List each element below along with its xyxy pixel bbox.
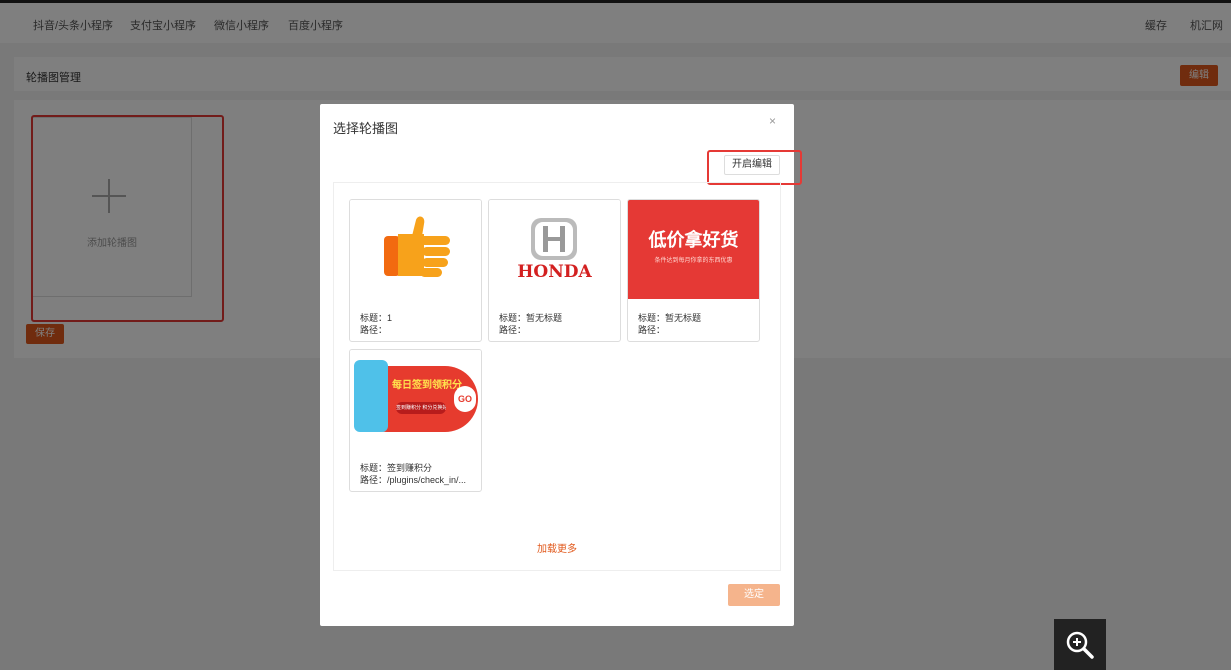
banner-card-path: 路径：	[638, 325, 666, 335]
banner-card[interactable]: 每日签到领积分 签到赚积分 积分兑换好礼 GO 标题：签到赚积分 路径：/plu…	[349, 349, 482, 492]
honda-wordmark: HONDA	[517, 262, 592, 282]
banner-subtext: 条件达到每月你拿的东西优惠	[654, 258, 733, 264]
banner-card-title: 标题：1	[360, 313, 393, 323]
banner-card-title: 标题：签到赚积分	[360, 463, 433, 473]
load-more-link[interactable]: 加载更多	[334, 540, 780, 555]
check-in-banner-image: 每日签到领积分 签到赚积分 积分兑换好礼 GO	[350, 350, 481, 449]
close-icon[interactable]: ×	[769, 114, 776, 128]
low-price-banner-image: 低价拿好货 条件达到每月你拿的东西优惠	[628, 200, 759, 299]
banner-card-meta: 标题：1 路径：	[360, 312, 475, 336]
honda-logo-image: HONDA	[489, 200, 620, 299]
confirm-button[interactable]: 选定	[728, 584, 780, 606]
banner-card-title: 标题：暂无标题	[499, 313, 563, 323]
banner-headline: 低价拿好货	[648, 230, 739, 250]
banner-list: 标题：1 路径： HONDA 标题：暂无标题 路径： 低价拿好货 条件达到每月你…	[333, 182, 781, 571]
banner-subtext: 签到赚积分 积分兑换好礼	[396, 402, 446, 414]
banner-card-path: 路径：	[360, 325, 388, 335]
banner-card-meta: 标题：暂无标题 路径：	[499, 312, 614, 336]
banner-card[interactable]: 低价拿好货 条件达到每月你拿的东西优惠 标题：暂无标题 路径：	[627, 199, 760, 342]
go-badge: GO	[454, 386, 476, 412]
banner-card-meta: 标题：暂无标题 路径：	[638, 312, 753, 336]
banner-card[interactable]: 标题：1 路径：	[349, 199, 482, 342]
banner-card[interactable]: HONDA 标题：暂无标题 路径：	[488, 199, 621, 342]
banner-card-meta: 标题：签到赚积分 路径：/plugins/check_in/...	[360, 462, 475, 486]
zoom-in-button[interactable]	[1054, 619, 1106, 670]
zoom-in-icon	[1066, 631, 1094, 659]
thumbs-up-image	[350, 200, 481, 299]
select-banner-dialog: 选择轮播图 × 开启编辑 标题：1 路径： HONDA 标题：暂无标题 路径： …	[320, 104, 802, 626]
dialog-title: 选择轮播图	[333, 121, 399, 136]
banner-card-path: 路径：/plugins/check_in/...	[360, 475, 467, 485]
banner-card-path: 路径：	[499, 325, 527, 335]
banner-headline: 每日签到领积分	[392, 380, 462, 391]
phone-illustration	[354, 360, 388, 432]
banner-card-title: 标题：暂无标题	[638, 313, 702, 323]
highlight-frame-edit	[707, 150, 802, 185]
